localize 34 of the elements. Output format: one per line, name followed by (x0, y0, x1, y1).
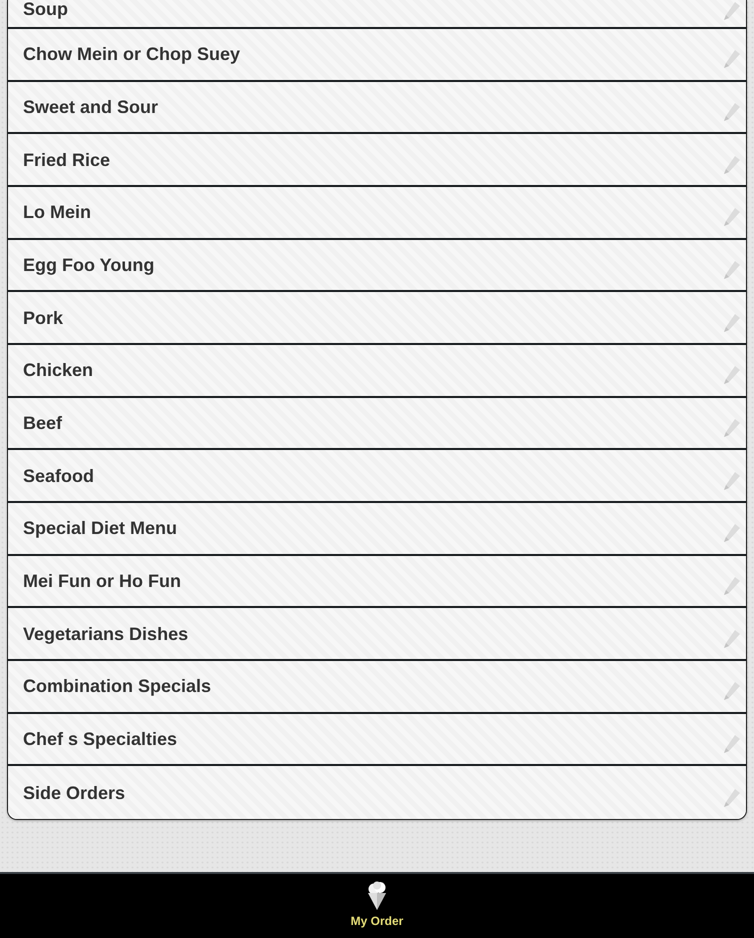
pencil-icon (724, 156, 740, 174)
menu-category-item[interactable]: Vegetarians Dishes (8, 608, 746, 661)
pencil-icon (724, 50, 740, 68)
menu-category-item[interactable]: Special Diet Menu (8, 502, 746, 556)
pencil-icon (724, 102, 740, 121)
menu-category-item[interactable]: Fried Rice (8, 134, 746, 187)
pencil-icon (724, 208, 740, 226)
menu-category-item[interactable]: Egg Foo Young (8, 240, 746, 292)
menu-category-item[interactable]: Seafood (8, 450, 746, 503)
pencil-icon (724, 472, 740, 490)
menu-category-item[interactable]: Pork (8, 292, 746, 345)
menu-category-item[interactable]: Chef s Specialties (8, 714, 746, 766)
pencil-icon (724, 260, 740, 279)
menu-category-item[interactable]: Combination Specials (8, 660, 746, 714)
menu-category-item[interactable]: Soup (8, 0, 746, 29)
pencil-icon (724, 366, 740, 384)
pencil-icon (724, 682, 740, 700)
pencil-icon (724, 314, 740, 332)
pencil-icon (724, 2, 740, 20)
my-order-button[interactable]: My Order (338, 874, 416, 928)
pencil-icon (724, 788, 740, 807)
menu-category-item[interactable]: Mei Fun or Ho Fun (8, 556, 746, 608)
menu-category-item[interactable]: Sweet and Sour (8, 82, 746, 134)
menu-category-item[interactable]: Beef (8, 398, 746, 450)
menu-category-item[interactable]: Lo Mein (8, 186, 746, 240)
menu-category-item[interactable]: Side Orders (8, 766, 746, 819)
pencil-icon (724, 734, 740, 753)
menu-category-item[interactable]: Chow Mein or Chop Suey (8, 29, 746, 82)
ice-cream-icon (367, 881, 387, 910)
pencil-icon (724, 576, 740, 595)
pencil-icon (724, 630, 740, 648)
menu-category-item[interactable]: Chicken (8, 344, 746, 398)
pencil-icon (724, 524, 740, 542)
pencil-icon (724, 418, 740, 437)
